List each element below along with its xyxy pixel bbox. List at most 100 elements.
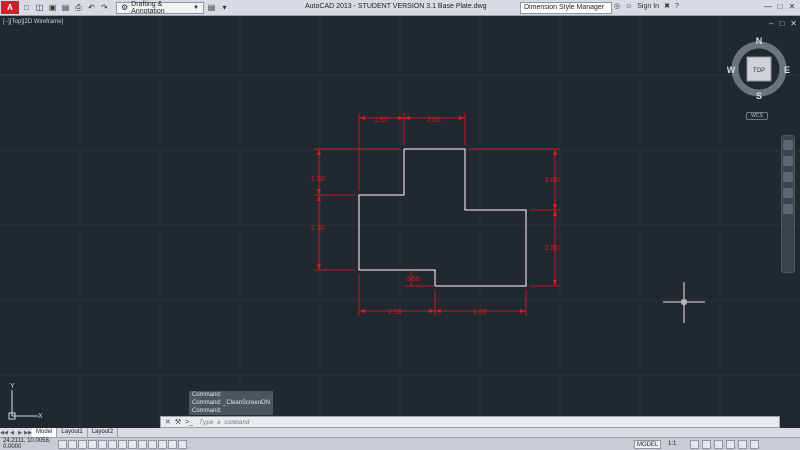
- binoculars-icon[interactable]: ◎: [614, 2, 620, 10]
- save-as-icon[interactable]: ▤: [60, 2, 71, 13]
- dim-bottom-left[interactable]: 2.50: [388, 309, 402, 316]
- new-icon[interactable]: □: [21, 2, 32, 13]
- ucs-x-label: X: [38, 413, 43, 420]
- gear-icon: ⚙: [121, 3, 129, 12]
- otrack-toggle[interactable]: [118, 439, 127, 449]
- compass-south[interactable]: S: [756, 91, 762, 100]
- hardware-acceleration-icon[interactable]: [726, 440, 735, 449]
- title-bar: A □ ◫ ▣ ▤ ⎙ ↶ ↷ ⚙ Drafting & Annotation …: [0, 0, 800, 16]
- close-icon[interactable]: ✕: [786, 1, 798, 13]
- tab-layout2[interactable]: Layout2: [88, 428, 119, 437]
- drawing-canvas[interactable]: 1.50 2.00 1.50 2.50 2.00 2.50 0.50 2.50 …: [0, 0, 800, 450]
- restore-icon[interactable]: □: [779, 19, 784, 28]
- workspace-switching-icon[interactable]: [702, 440, 711, 449]
- history-line: Command:: [189, 407, 274, 415]
- history-line: Command:: [189, 391, 274, 399]
- sign-in-button[interactable]: Sign In: [637, 3, 659, 10]
- open-icon[interactable]: ◫: [34, 2, 45, 13]
- showmotion-icon[interactable]: [783, 204, 793, 214]
- dim-right-upper[interactable]: 2.00: [545, 177, 559, 184]
- command-history: Command: Command: _CleanScreenON Command…: [189, 391, 274, 415]
- dimension-arrows: [317, 116, 557, 313]
- minimize-icon[interactable]: —: [762, 1, 774, 13]
- command-input[interactable]: [199, 417, 600, 427]
- navigation-bar: [781, 135, 795, 273]
- exchange-icon[interactable]: ✖: [664, 2, 670, 10]
- selection-cycling-toggle[interactable]: [178, 439, 187, 449]
- dim-bottom-right[interactable]: 1.60: [473, 309, 487, 316]
- dim-top-left[interactable]: 1.50: [374, 117, 388, 124]
- status-tray: [690, 440, 759, 449]
- compass-west[interactable]: W: [727, 65, 736, 75]
- title-right-tools: ◎ ☺ Sign In ✖ ?: [614, 2, 684, 11]
- first-tab-icon[interactable]: ◀◀: [0, 430, 8, 436]
- pan-icon[interactable]: [783, 156, 793, 166]
- layout-tabs: ◀◀ ◀ ▶ ▶▶ Model Layout1 Layout2: [0, 428, 800, 437]
- model-space-button[interactable]: MODEL: [634, 440, 662, 449]
- layers-icon[interactable]: ▤: [206, 2, 217, 13]
- command-prompt-icon[interactable]: >_: [185, 419, 193, 426]
- compass-north[interactable]: N: [756, 36, 763, 46]
- command-line: ✕ ⚒ >_: [160, 416, 780, 428]
- print-icon[interactable]: ⎙: [73, 2, 84, 13]
- viewport-window-controls: – □ ✕: [769, 19, 797, 28]
- steering-wheel-icon[interactable]: [783, 140, 793, 150]
- history-line: Command: _CleanScreenON: [189, 399, 274, 407]
- infer-constraints-toggle[interactable]: [58, 439, 67, 449]
- dim-top-right[interactable]: 2.00: [427, 117, 441, 124]
- wrench-icon[interactable]: ⚒: [175, 418, 181, 426]
- app-menu-button[interactable]: A: [1, 1, 19, 14]
- dim-notch[interactable]: 0.50: [406, 276, 420, 283]
- maximize-icon[interactable]: □: [774, 1, 786, 13]
- ortho-toggle[interactable]: [88, 439, 97, 449]
- ucs-y-label: Y: [10, 383, 15, 390]
- polar-toggle[interactable]: [98, 439, 107, 449]
- dim-right-lower[interactable]: 2.50: [545, 245, 559, 252]
- lineweight-toggle[interactable]: [148, 439, 157, 449]
- chevron-down-icon: ▼: [193, 4, 199, 11]
- redo-icon[interactable]: ↷: [99, 2, 110, 13]
- dim-left-upper[interactable]: 1.50: [311, 176, 325, 183]
- workspace-dropdown[interactable]: ⚙ Drafting & Annotation ▼: [116, 1, 204, 15]
- tab-model[interactable]: Model: [32, 428, 58, 437]
- search-input[interactable]: Dimension Style Manager: [520, 2, 612, 14]
- quick-properties-toggle[interactable]: [168, 439, 177, 449]
- viewcube[interactable]: TOP N S E W: [727, 36, 791, 100]
- snap-toggle[interactable]: [68, 439, 77, 449]
- window-title: AutoCAD 2013 - STUDENT VERSION 3.1 Base …: [305, 3, 487, 10]
- annotation-visibility-icon[interactable]: [690, 440, 699, 449]
- minimize-icon[interactable]: –: [769, 19, 773, 28]
- clean-screen-icon[interactable]: [750, 440, 759, 449]
- close-icon[interactable]: ✕: [165, 418, 171, 426]
- status-bar: 24.2111, 10.0058, 0.0000 MODEL 1:1: [0, 437, 800, 450]
- crosshair-cursor: [663, 282, 705, 323]
- transparency-toggle[interactable]: [158, 439, 167, 449]
- viewport-controls-label[interactable]: [−][Top][2D Wireframe]: [3, 19, 63, 25]
- compass-east[interactable]: E: [784, 65, 790, 75]
- zoom-icon[interactable]: [783, 172, 793, 182]
- chevron-down-icon[interactable]: ▾: [219, 2, 230, 13]
- orbit-icon[interactable]: [783, 188, 793, 198]
- base-plate-outline[interactable]: [358, 148, 527, 287]
- isolate-objects-icon[interactable]: [738, 440, 747, 449]
- help-icon[interactable]: ?: [675, 3, 679, 10]
- undo-icon[interactable]: ↶: [86, 2, 97, 13]
- tab-layout1[interactable]: Layout1: [57, 428, 88, 437]
- osnap-toggle[interactable]: [108, 439, 117, 449]
- next-tab-icon[interactable]: ▶: [16, 430, 24, 436]
- ducs-toggle[interactable]: [128, 439, 137, 449]
- user-icon[interactable]: ☺: [625, 3, 632, 10]
- dyn-toggle[interactable]: [138, 439, 147, 449]
- annotation-scale[interactable]: 1:1: [668, 441, 676, 447]
- viewcube-top-face[interactable]: TOP: [753, 68, 765, 74]
- window-controls: — □ ✕: [762, 1, 798, 13]
- lock-icon[interactable]: [714, 440, 723, 449]
- save-icon[interactable]: ▣: [47, 2, 58, 13]
- wcs-menu[interactable]: WCS: [746, 112, 768, 120]
- grid-toggle[interactable]: [78, 439, 87, 449]
- prev-tab-icon[interactable]: ◀: [8, 430, 16, 436]
- last-tab-icon[interactable]: ▶▶: [24, 430, 32, 436]
- dim-left-lower[interactable]: 2.50: [311, 225, 325, 232]
- close-icon[interactable]: ✕: [790, 19, 797, 28]
- coordinate-readout[interactable]: 24.2111, 10.0058, 0.0000: [0, 438, 58, 450]
